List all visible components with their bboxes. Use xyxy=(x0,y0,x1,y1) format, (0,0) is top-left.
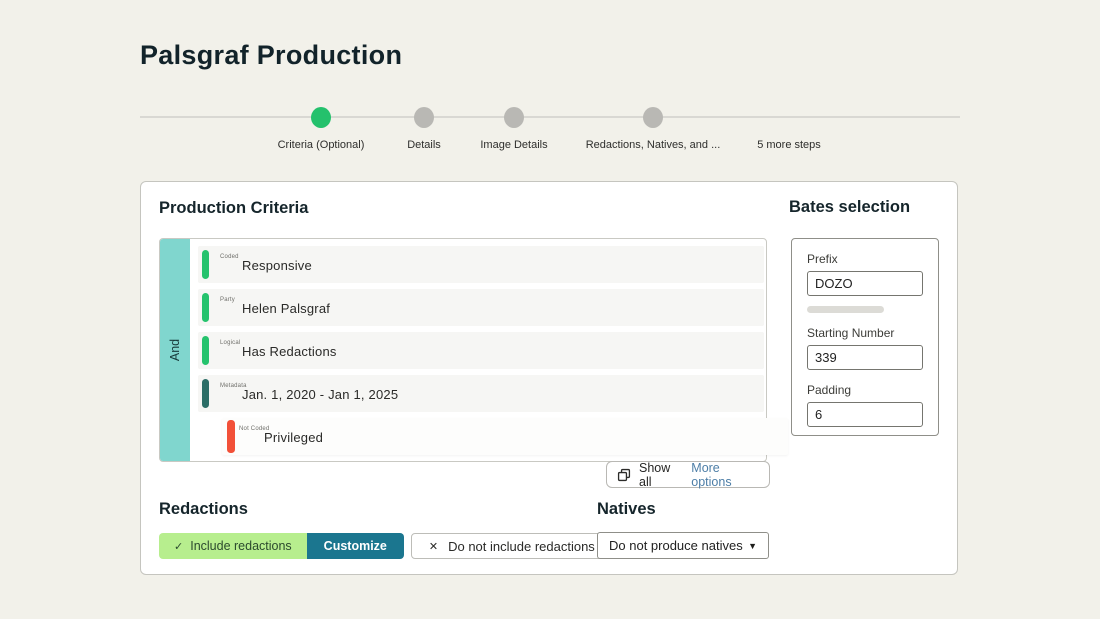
criteria-label: Jan. 1, 2020 - Jan 1, 2025 xyxy=(242,387,398,402)
criteria-row[interactable]: Party Helen Palsgraf xyxy=(198,289,764,326)
check-icon: ✓ xyxy=(174,540,183,553)
page: Palsgraf Production Criteria (Optional) … xyxy=(0,0,1100,619)
prefix-input[interactable] xyxy=(807,271,923,296)
step-dot-icon xyxy=(504,107,524,128)
production-criteria-title: Production Criteria xyxy=(159,199,308,218)
x-icon: ✕ xyxy=(429,540,438,553)
exclude-redactions-label: Do not include redactions xyxy=(448,539,595,554)
starting-number-label: Starting Number xyxy=(807,326,923,340)
include-redactions-label: Include redactions xyxy=(190,539,291,553)
natives-title: Natives xyxy=(597,500,656,519)
natives-dropdown[interactable]: Do not produce natives ▼ xyxy=(597,532,769,559)
operator-column: And xyxy=(160,239,190,461)
criteria-label: Responsive xyxy=(242,258,312,273)
more-options-link[interactable]: More options xyxy=(691,461,759,489)
page-title: Palsgraf Production xyxy=(140,40,402,71)
prefix-label: Prefix xyxy=(807,252,923,266)
show-all-button[interactable]: Show all xyxy=(639,461,683,489)
exclude-redactions-button[interactable]: ✕ Do not include redactions xyxy=(411,533,613,559)
criteria-type-bar xyxy=(202,336,209,365)
criteria-row[interactable]: Coded Responsive xyxy=(198,246,764,283)
criteria-rows: Coded Responsive Party Helen Palsgraf Lo… xyxy=(198,246,764,461)
criteria-label: Privileged xyxy=(264,430,323,445)
production-card: Production Criteria And Coded Responsive… xyxy=(140,181,958,575)
criteria-label: Has Redactions xyxy=(242,344,337,359)
wizard-stepper: Criteria (Optional) Details Image Detail… xyxy=(140,107,960,155)
stepper-step[interactable]: 5 more steps xyxy=(704,107,874,151)
include-redactions-button[interactable]: ✓ Include redactions xyxy=(159,533,307,559)
criteria-tag: Logical xyxy=(220,340,240,346)
criteria-label: Helen Palsgraf xyxy=(242,301,330,316)
prefix-progress-pill xyxy=(807,306,884,313)
step-dot-icon xyxy=(311,107,331,128)
criteria-row[interactable]: Metadata Jan. 1, 2020 - Jan 1, 2025 xyxy=(198,375,764,412)
step-label: 5 more steps xyxy=(704,139,874,151)
criteria-type-bar xyxy=(227,420,235,453)
customize-button[interactable]: Customize xyxy=(307,533,404,559)
criteria-tag: Party xyxy=(220,297,235,303)
criteria-footer-popup: Show all More options xyxy=(606,461,770,488)
criteria-type-bar xyxy=(202,379,209,408)
natives-dropdown-value: Do not produce natives xyxy=(609,538,743,553)
bates-selection-box: Prefix Starting Number Padding xyxy=(791,238,939,436)
padding-label: Padding xyxy=(807,383,923,397)
redactions-title: Redactions xyxy=(159,500,248,519)
chevron-down-icon: ▼ xyxy=(748,541,757,551)
criteria-row[interactable]: Logical Has Redactions xyxy=(198,332,764,369)
criteria-tag: Coded xyxy=(220,254,239,260)
criteria-type-bar xyxy=(202,250,209,279)
starting-number-input[interactable] xyxy=(807,345,923,370)
criteria-box: And Coded Responsive Party Helen Palsgra… xyxy=(159,238,767,462)
copy-icon xyxy=(617,468,631,482)
customize-label: Customize xyxy=(324,539,387,553)
redactions-buttons: ✓ Include redactions Customize ✕ Do not … xyxy=(159,533,613,559)
bates-selection-title: Bates selection xyxy=(789,198,910,217)
operator-label: And xyxy=(168,339,182,361)
step-dot-icon xyxy=(643,107,663,128)
criteria-row[interactable]: Not Coded Privileged xyxy=(222,418,788,455)
padding-input[interactable] xyxy=(807,402,923,427)
criteria-type-bar xyxy=(202,293,209,322)
